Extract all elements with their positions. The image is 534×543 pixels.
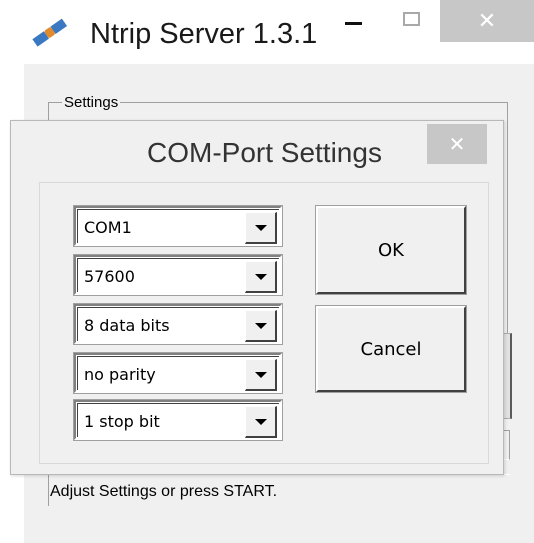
title-bar[interactable]: Ntrip Server 1.3.1 ✕ <box>0 0 534 64</box>
window-title: Ntrip Server 1.3.1 <box>90 18 318 50</box>
close-button[interactable]: ✕ <box>440 0 534 42</box>
ok-button[interactable]: OK <box>315 205 467 295</box>
chevron-down-icon <box>254 418 267 425</box>
port-select[interactable]: COM1 <box>73 205 283 247</box>
baud-rate-select[interactable]: 57600 <box>73 254 283 296</box>
port-dropdown-button[interactable] <box>245 212 277 244</box>
port-value: COM1 <box>84 218 132 237</box>
dialog-close-button[interactable]: ✕ <box>427 124 487 164</box>
cancel-button[interactable]: Cancel <box>315 305 467 393</box>
baud-rate-dropdown-button[interactable] <box>245 261 277 293</box>
status-text: Adjust Settings or press START. <box>48 474 510 506</box>
minimize-icon <box>344 21 362 25</box>
data-bits-dropdown-button[interactable] <box>245 310 277 342</box>
chevron-down-icon <box>254 273 267 280</box>
chevron-down-icon <box>254 224 267 231</box>
data-bits-select[interactable]: 8 data bits <box>73 303 283 345</box>
minimize-button[interactable] <box>328 0 378 42</box>
parity-value: no parity <box>84 365 156 384</box>
stop-bits-value: 1 stop bit <box>84 412 160 431</box>
stop-bits-select[interactable]: 1 stop bit <box>73 399 283 441</box>
chevron-down-icon <box>254 371 267 378</box>
close-icon: ✕ <box>477 8 497 34</box>
dialog-title: COM-Port Settings <box>147 137 382 168</box>
chevron-down-icon <box>254 322 267 329</box>
settings-group-label: Settings <box>62 94 121 111</box>
maximize-button[interactable] <box>384 0 438 42</box>
data-bits-value: 8 data bits <box>84 316 170 335</box>
maximize-icon <box>402 12 420 26</box>
baud-rate-value: 57600 <box>84 267 135 286</box>
stop-bits-dropdown-button[interactable] <box>245 406 277 438</box>
close-icon: ✕ <box>448 132 466 156</box>
parity-select[interactable]: no parity <box>73 352 283 394</box>
satellite-icon <box>30 16 70 50</box>
parity-dropdown-button[interactable] <box>245 359 277 391</box>
main-window: Ntrip Server 1.3.1 ✕ Settings Adjust Set… <box>0 0 534 543</box>
